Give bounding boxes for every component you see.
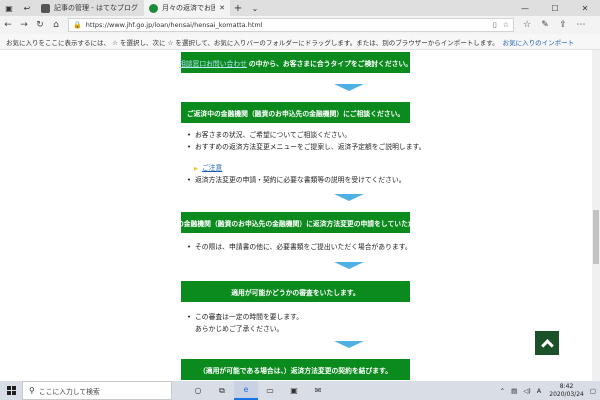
step1-title: ご返済中の金融機関（融資のお申込先の金融機関）にご相談ください。 [181, 102, 410, 123]
taskbar-apps: ○ ⧉ e ▭ ▣ ✉ [186, 381, 330, 400]
import-favorites-link[interactable]: お気に入りのインポート [503, 37, 575, 47]
down-arrow-icon [334, 341, 364, 348]
note-link[interactable]: ▶ ご注意 [194, 162, 222, 172]
home-icon[interactable]: ⌂ [48, 20, 64, 30]
step0-bar: 相談窓口お問い合わせ の中から、お客さまに合うタイプをご検討ください。 [179, 52, 413, 73]
chevron-down-icon[interactable]: ⌄ [246, 0, 264, 16]
close-window-icon[interactable]: ✕ [570, 0, 600, 16]
clock-time: 8:42 [559, 382, 574, 390]
jhf-icon [149, 3, 158, 13]
cortana-icon[interactable]: ○ [186, 381, 210, 400]
taskbar: ⚲ ここに入力して検索 ○ ⧉ e ▭ ▣ ✉ ⌃ ▤ ◁) A 8:42 20… [0, 381, 600, 400]
triangle-bullet-icon: ▶ [194, 166, 198, 172]
tab-actions-icon[interactable]: ▣ [0, 0, 18, 16]
lock-icon: 🔒 [73, 21, 82, 29]
chevron-up-icon [540, 338, 554, 352]
volume-icon[interactable]: ◁) [523, 387, 531, 395]
step2-title: ご返済中の金融機関（融資のお申込先の金融機関）に返済方法変更の申請をしていただき… [150, 212, 441, 233]
close-tab-icon[interactable]: ✕ [215, 4, 225, 12]
step4-title: （適用が可能である場合は、）返済方法変更の契約を結びます。 [181, 359, 410, 380]
down-arrow-icon [334, 262, 364, 269]
step3-title: 適用が可能かどうかの審査をいたします。 [181, 281, 410, 302]
page-scrollbar[interactable] [592, 50, 600, 381]
file-explorer-icon[interactable]: ▭ [258, 381, 282, 400]
taskbar-search[interactable]: ⚲ ここに入力して検索 [22, 381, 172, 400]
step1-bullet-after: 返済方法変更の申請・契約に必要な書類等の説明を受けてください。 [187, 174, 406, 186]
tab-back-icon[interactable]: ↩ [18, 0, 36, 16]
list-item-continuation: あらかじめご了承ください。 [195, 325, 284, 333]
favorites-hint-text: お気に入りをここに表示するには、 ☆ を選択し、次に ☆ を選択して、お気に入り… [6, 38, 499, 47]
maximize-icon[interactable]: ☐ [540, 0, 570, 16]
consultation-link[interactable]: 相談窓口お問い合わせ [179, 58, 247, 68]
back-icon[interactable]: ← [0, 20, 16, 30]
step1-bullets: お客さまの状況、ご希望についてご相談ください。 おすすめの返済方法変更メニューを… [187, 129, 425, 153]
clock[interactable]: 8:42 2020/03/24 [549, 383, 584, 399]
mail-icon[interactable]: ✉ [306, 381, 330, 400]
list-item: お客さまの状況、ご希望についてご相談ください。 [187, 129, 425, 141]
windows-logo-icon [6, 386, 16, 395]
notifications-icon[interactable]: ▢ [590, 387, 596, 395]
list-item: 返済方法変更の申請・契約に必要な書類等の説明を受けてください。 [187, 174, 406, 186]
page-content: 相談窓口お問い合わせ の中から、お客さまに合うタイプをご検討ください。 ご返済中… [0, 50, 592, 381]
search-icon: ⚲ [29, 386, 35, 395]
refresh-icon[interactable]: ↻ [32, 20, 48, 30]
down-arrow-icon [334, 84, 364, 91]
task-view-icon[interactable]: ⧉ [210, 381, 234, 400]
step0-text: の中から、お客さまに合うタイプをご検討ください。 [248, 59, 413, 68]
new-tab-icon[interactable]: + [230, 0, 246, 16]
down-arrow-icon [334, 194, 364, 201]
list-item: その際は、申請書の他に、必要書類をご提出いただく場合があります。 [187, 241, 412, 253]
tab-title: 月々の返済でお困りになっ [162, 4, 216, 12]
edge-icon[interactable]: e [234, 381, 258, 400]
note-link-label: ご注意 [201, 164, 223, 172]
hatena-icon [41, 3, 50, 13]
favorites-bar: お気に入りをここに表示するには、 ☆ を選択し、次に ☆ を選択して、お気に入り… [0, 34, 600, 50]
scrollbar-thumb[interactable] [593, 210, 599, 264]
list-item: この審査は一定の時間を要します。 [187, 311, 303, 323]
url-text: https://www.jhf.go.jp/loan/hensai/hensai… [85, 21, 263, 29]
collections-icon[interactable]: ✎ [536, 20, 554, 30]
share-icon[interactable]: ⇪ [554, 20, 572, 30]
tab-hatena-blog[interactable]: 記事の管理 - はてなブログ [36, 0, 144, 16]
ime-icon[interactable]: A [537, 387, 541, 395]
clock-date: 2020/03/24 [549, 390, 584, 398]
list-item: おすすめの返済方法変更メニューをご提案し、返済予定額をご説明します。 [187, 141, 425, 153]
tab-jhf[interactable]: 月々の返済でお困りになっ ✕ [144, 0, 230, 16]
store-icon[interactable]: ▣ [282, 381, 306, 400]
forward-icon[interactable]: → [16, 20, 32, 30]
step3-bullets: この審査は一定の時間を要します。 あらかじめご了承ください。 [187, 311, 303, 335]
tab-title: 記事の管理 - はてなブログ [54, 4, 138, 12]
network-icon[interactable]: ▤ [511, 387, 517, 395]
more-icon[interactable]: ⋯ [572, 20, 590, 30]
window-controls: — ☐ ✕ [510, 0, 600, 16]
favorite-star-icon[interactable]: ☆ [503, 21, 509, 29]
minimize-icon[interactable]: — [510, 0, 540, 16]
start-button[interactable] [0, 381, 22, 400]
chevron-up-tray-icon[interactable]: ⌃ [500, 387, 505, 395]
favorites-icon[interactable]: ☆ [518, 20, 536, 30]
system-tray: ⌃ ▤ ◁) A 8:42 2020/03/24 ▢ [494, 383, 600, 399]
address-bar[interactable]: 🔒 https://www.jhf.go.jp/loan/hensai/hens… [68, 18, 514, 32]
search-placeholder: ここに入力して検索 [38, 387, 100, 396]
navigation-bar: ← → ↻ ⌂ 🔒 https://www.jhf.go.jp/loan/hen… [0, 16, 600, 34]
reading-view-icon[interactable]: ▯ [493, 21, 497, 29]
back-to-top-button[interactable] [535, 331, 559, 355]
browser-tab-strip: ▣ ↩ 記事の管理 - はてなブログ 月々の返済でお困りになっ ✕ + ⌄ — … [0, 0, 600, 16]
step2-bullets: その際は、申請書の他に、必要書類をご提出いただく場合があります。 [187, 241, 412, 253]
